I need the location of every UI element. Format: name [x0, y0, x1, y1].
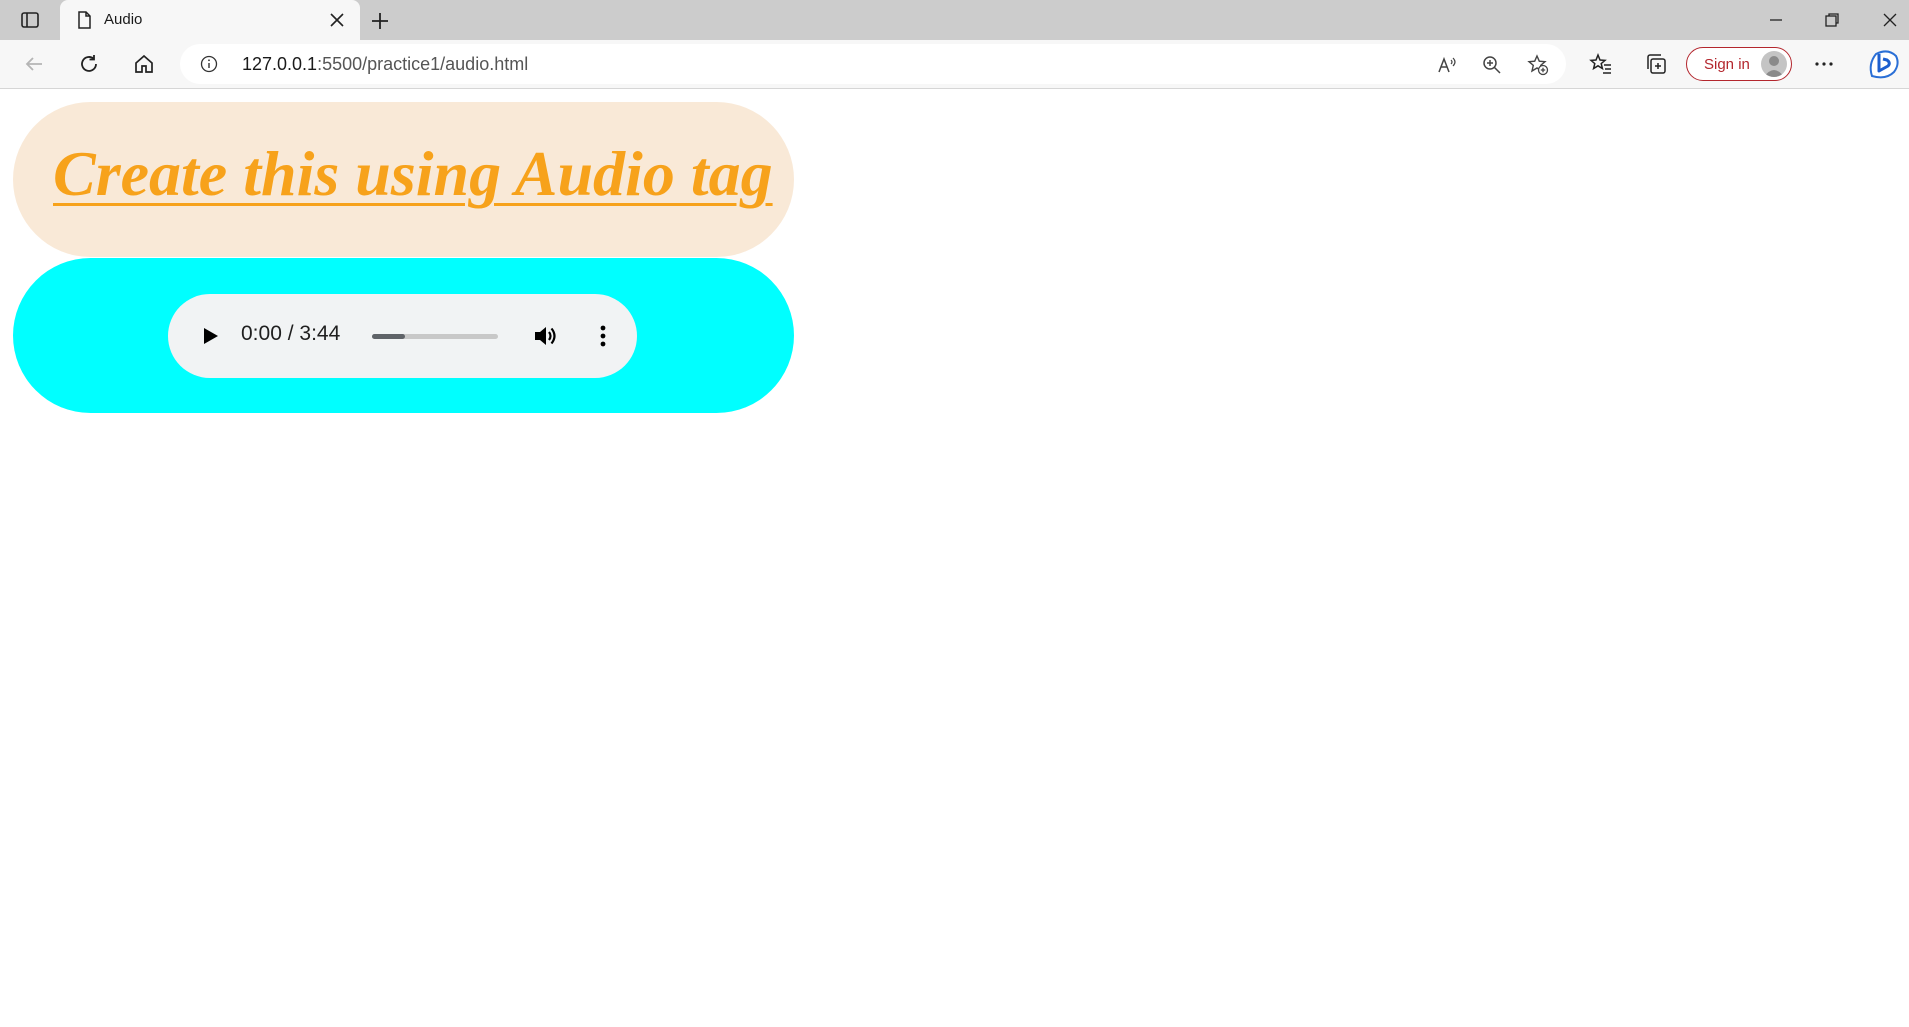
page-viewport: Create this using Audio tag 0:00 / 3:44	[0, 89, 1909, 1027]
duration: 3:44	[299, 322, 341, 345]
add-favorite-icon[interactable]	[1527, 54, 1549, 76]
sign-in-button[interactable]: Sign in	[1686, 47, 1792, 81]
seek-slider[interactable]	[372, 334, 498, 339]
url-path: :5500/practice1/audio.html	[317, 54, 529, 74]
browser-toolbar: 127.0.0.1:5500/practice1/audio.html Sign…	[0, 40, 1909, 89]
profile-icon	[1764, 56, 1784, 77]
info-icon[interactable]	[200, 55, 218, 73]
more-options-icon[interactable]	[1812, 52, 1836, 76]
overflow-menu-icon[interactable]	[590, 323, 616, 349]
close-tab-icon[interactable]	[328, 11, 346, 29]
page-icon	[78, 11, 91, 29]
tab-actions-button[interactable]	[14, 7, 46, 33]
read-aloud-icon[interactable]	[1436, 54, 1458, 76]
play-icon[interactable]	[198, 324, 222, 348]
collections-icon[interactable]	[1644, 52, 1668, 76]
bing-copilot-icon[interactable]	[1866, 46, 1902, 82]
favorites-icon[interactable]	[1589, 52, 1613, 76]
minimize-icon[interactable]	[1764, 8, 1788, 32]
back-arrow-icon[interactable]	[22, 52, 46, 76]
browser-tab-audio[interactable]: Audio	[60, 0, 360, 40]
home-icon[interactable]	[132, 52, 156, 76]
heading-container: Create this using Audio tag	[13, 102, 794, 257]
volume-icon[interactable]	[532, 323, 558, 349]
time-separator: /	[281, 322, 300, 345]
page-heading: Create this using Audio tag	[53, 138, 773, 209]
close-window-icon[interactable]	[1878, 8, 1902, 32]
new-tab-icon[interactable]	[368, 9, 392, 33]
restore-icon[interactable]	[1820, 8, 1844, 32]
audio-player[interactable]: 0:00 / 3:44	[168, 294, 637, 378]
time-display: 0:00 / 3:44	[241, 322, 340, 346]
tab-actions-icon	[21, 12, 39, 28]
audio-container: 0:00 / 3:44	[13, 258, 794, 413]
current-time: 0:00	[241, 322, 282, 345]
sign-in-label: Sign in	[1704, 56, 1750, 73]
url-host: 127.0.0.1	[242, 54, 318, 74]
zoom-icon[interactable]	[1481, 54, 1503, 76]
url-text[interactable]: 127.0.0.1:5500/practice1/audio.html	[242, 54, 528, 75]
address-bar[interactable]: 127.0.0.1:5500/practice1/audio.html	[180, 44, 1566, 84]
reload-icon[interactable]	[77, 52, 101, 76]
tab-title: Audio	[104, 11, 143, 28]
buffered-fill	[372, 334, 405, 339]
avatar	[1761, 51, 1787, 77]
tab-strip: Audio	[0, 0, 1909, 40]
